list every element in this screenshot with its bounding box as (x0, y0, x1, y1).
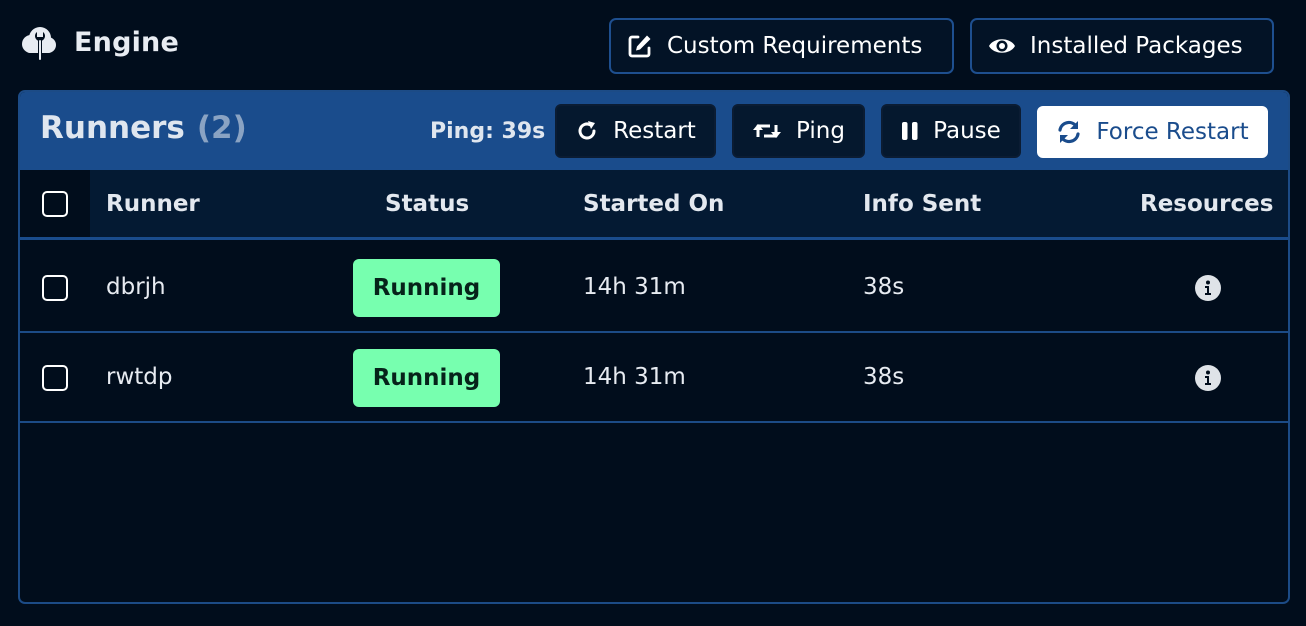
installed-packages-label: Installed Packages (1030, 33, 1243, 59)
force-restart-label: Force Restart (1096, 119, 1249, 145)
info-circle-icon[interactable] (1194, 274, 1222, 302)
runner-count: (2) (196, 110, 247, 146)
runners-panel-header: Runners (2) Ping: 39s Restart Ping Pause… (20, 92, 1288, 170)
column-header-info-sent[interactable]: Info Sent (863, 170, 981, 237)
runner-name: dbrjh (106, 274, 166, 300)
panel-title: Runners (2) (40, 106, 247, 150)
runners-table-header: Runner Status Started On Info Sent Resou… (20, 170, 1288, 240)
status-badge: Running (353, 259, 500, 317)
pause-button[interactable]: Pause (881, 104, 1021, 158)
info-sent: 38s (863, 364, 905, 390)
column-header-started-on[interactable]: Started On (583, 170, 724, 237)
table-row: rwtdp Running 14h 31m 38s (20, 333, 1288, 423)
sync-icon (1056, 119, 1082, 145)
restart-label: Restart (613, 118, 696, 144)
eye-icon (988, 35, 1016, 57)
custom-requirements-label: Custom Requirements (667, 33, 923, 59)
info-circle-icon[interactable] (1194, 364, 1222, 392)
rotate-icon (575, 119, 599, 143)
engine-page: Engine Custom Requirements Installed Pac… (0, 0, 1306, 626)
row-checkbox[interactable] (42, 365, 68, 391)
info-sent: 38s (863, 274, 905, 300)
installed-packages-button[interactable]: Installed Packages (970, 18, 1274, 74)
pause-icon (901, 120, 919, 142)
force-restart-button[interactable]: Force Restart (1037, 106, 1268, 158)
restart-button[interactable]: Restart (555, 104, 716, 158)
app-title-text: Engine (74, 26, 179, 58)
retweet-icon (752, 120, 782, 142)
column-header-resources[interactable]: Resources (1140, 170, 1273, 237)
pause-label: Pause (933, 118, 1001, 144)
runners-panel: Runners (2) Ping: 39s Restart Ping Pause… (18, 90, 1290, 604)
table-row: dbrjh Running 14h 31m 38s (20, 243, 1288, 333)
column-header-status[interactable]: Status (385, 170, 469, 237)
panel-title-text: Runners (40, 110, 185, 146)
column-header-runner[interactable]: Runner (106, 170, 200, 237)
custom-requirements-button[interactable]: Custom Requirements (609, 18, 954, 74)
started-on: 14h 31m (583, 364, 686, 390)
row-checkbox[interactable] (42, 275, 68, 301)
select-all-checkbox[interactable] (42, 191, 68, 217)
runner-name: rwtdp (106, 364, 173, 390)
cloud-wrench-icon (18, 22, 58, 62)
app-title: Engine (18, 20, 179, 64)
status-badge: Running (353, 349, 500, 407)
started-on: 14h 31m (583, 274, 686, 300)
ping-button[interactable]: Ping (732, 104, 865, 158)
ping-status: Ping: 39s (430, 118, 546, 144)
ping-label: Ping (796, 118, 845, 144)
edit-icon (627, 33, 653, 59)
